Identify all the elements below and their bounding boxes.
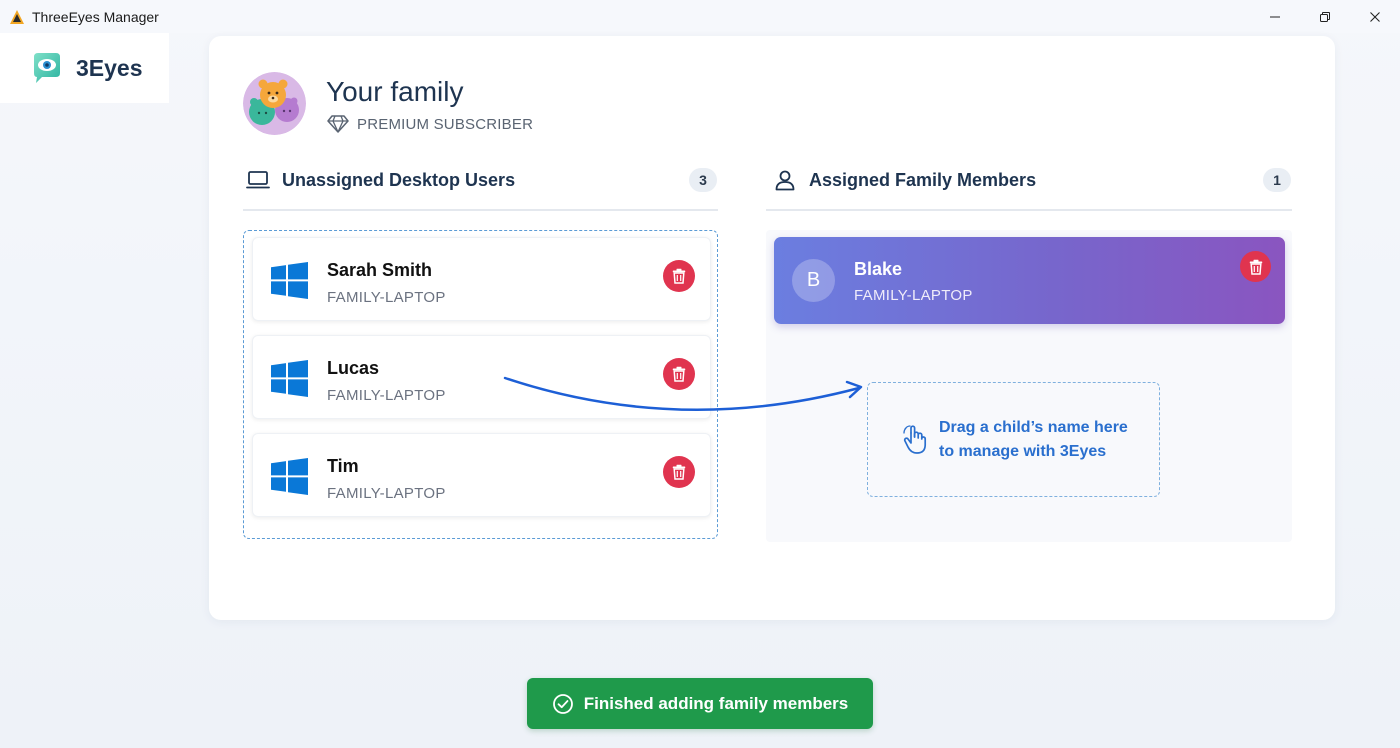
family-card: Your family PREMIUM SUBSCRIBER Unassigne…: [209, 36, 1335, 620]
trash-icon: [1249, 259, 1262, 275]
family-avatar: [243, 72, 306, 135]
delete-member-button[interactable]: [1240, 251, 1271, 282]
windows-icon: [271, 262, 308, 299]
windows-icon: [271, 360, 308, 397]
delete-user-button[interactable]: [663, 260, 695, 292]
eye-bubble-logo-icon: [34, 53, 60, 83]
title-bar: ThreeEyes Manager: [0, 0, 1400, 33]
user-card-lucas[interactable]: Lucas FAMILY-LAPTOP: [252, 335, 711, 419]
minimize-icon: [1270, 16, 1280, 17]
window-controls: [1250, 0, 1400, 33]
trash-icon: [672, 268, 686, 284]
drop-hint-line2: to manage with 3Eyes: [939, 442, 1107, 460]
member-device: FAMILY-LAPTOP: [854, 287, 973, 304]
user-device: FAMILY-LAPTOP: [327, 485, 446, 502]
window-title: ThreeEyes Manager: [32, 8, 159, 25]
member-name: Blake: [854, 259, 903, 279]
delete-user-button[interactable]: [663, 358, 695, 390]
drop-hint-line1: Drag a child’s name here: [939, 418, 1128, 436]
subscription-label: PREMIUM SUBSCRIBER: [357, 115, 534, 133]
windows-icon: [271, 458, 308, 495]
user-name: Lucas: [327, 358, 380, 378]
drag-hand-icon: [903, 424, 927, 454]
app-icon: [10, 9, 24, 24]
minimize-button[interactable]: [1250, 0, 1300, 33]
drop-hint: Drag a child’s name here to manage with …: [939, 416, 1128, 464]
delete-user-button[interactable]: [663, 456, 695, 488]
user-card-tim[interactable]: Tim FAMILY-LAPTOP: [252, 433, 711, 517]
unassigned-header: Unassigned Desktop Users: [246, 160, 515, 200]
check-circle-icon: [552, 693, 573, 714]
assigned-header: Assigned Family Members: [773, 160, 1036, 200]
bear-family-icon: [243, 72, 306, 135]
person-icon: [775, 170, 795, 191]
user-name: Tim: [327, 456, 359, 476]
user-device: FAMILY-LAPTOP: [327, 387, 446, 404]
unassigned-title: Unassigned Desktop Users: [282, 169, 516, 190]
restore-button[interactable]: [1300, 0, 1350, 33]
brand-logo[interactable]: 3Eyes: [0, 33, 169, 103]
drop-target[interactable]: Drag a child’s name here to manage with …: [867, 382, 1160, 497]
trash-icon: [672, 464, 686, 480]
restore-icon: [1320, 11, 1330, 22]
finish-button[interactable]: Finished adding family members: [527, 678, 873, 729]
finish-label: Finished adding family members: [583, 693, 849, 713]
unassigned-count-badge: 3: [689, 168, 717, 192]
member-avatar: B: [792, 259, 835, 302]
user-name: Sarah Smith: [327, 260, 433, 280]
page-title: Your family: [326, 76, 464, 107]
brand-name: 3Eyes: [76, 54, 143, 81]
trash-icon: [672, 366, 686, 382]
laptop-icon: [246, 171, 270, 189]
close-button[interactable]: [1350, 0, 1400, 33]
assigned-title: Assigned Family Members: [809, 169, 1037, 190]
user-device: FAMILY-LAPTOP: [327, 289, 446, 306]
assigned-divider: [766, 209, 1292, 211]
close-icon: [1370, 11, 1380, 22]
assigned-count-badge: 1: [1263, 168, 1291, 192]
subscription-badge: PREMIUM SUBSCRIBER: [327, 114, 533, 134]
unassigned-users-list[interactable]: Sarah Smith FAMILY-LAPTOP Lucas FAMILY-L…: [243, 230, 718, 539]
diamond-icon: [327, 115, 349, 133]
unassigned-divider: [243, 209, 718, 211]
user-card-sarah-smith[interactable]: Sarah Smith FAMILY-LAPTOP: [252, 237, 711, 321]
member-card-blake[interactable]: B Blake FAMILY-LAPTOP: [774, 237, 1285, 324]
